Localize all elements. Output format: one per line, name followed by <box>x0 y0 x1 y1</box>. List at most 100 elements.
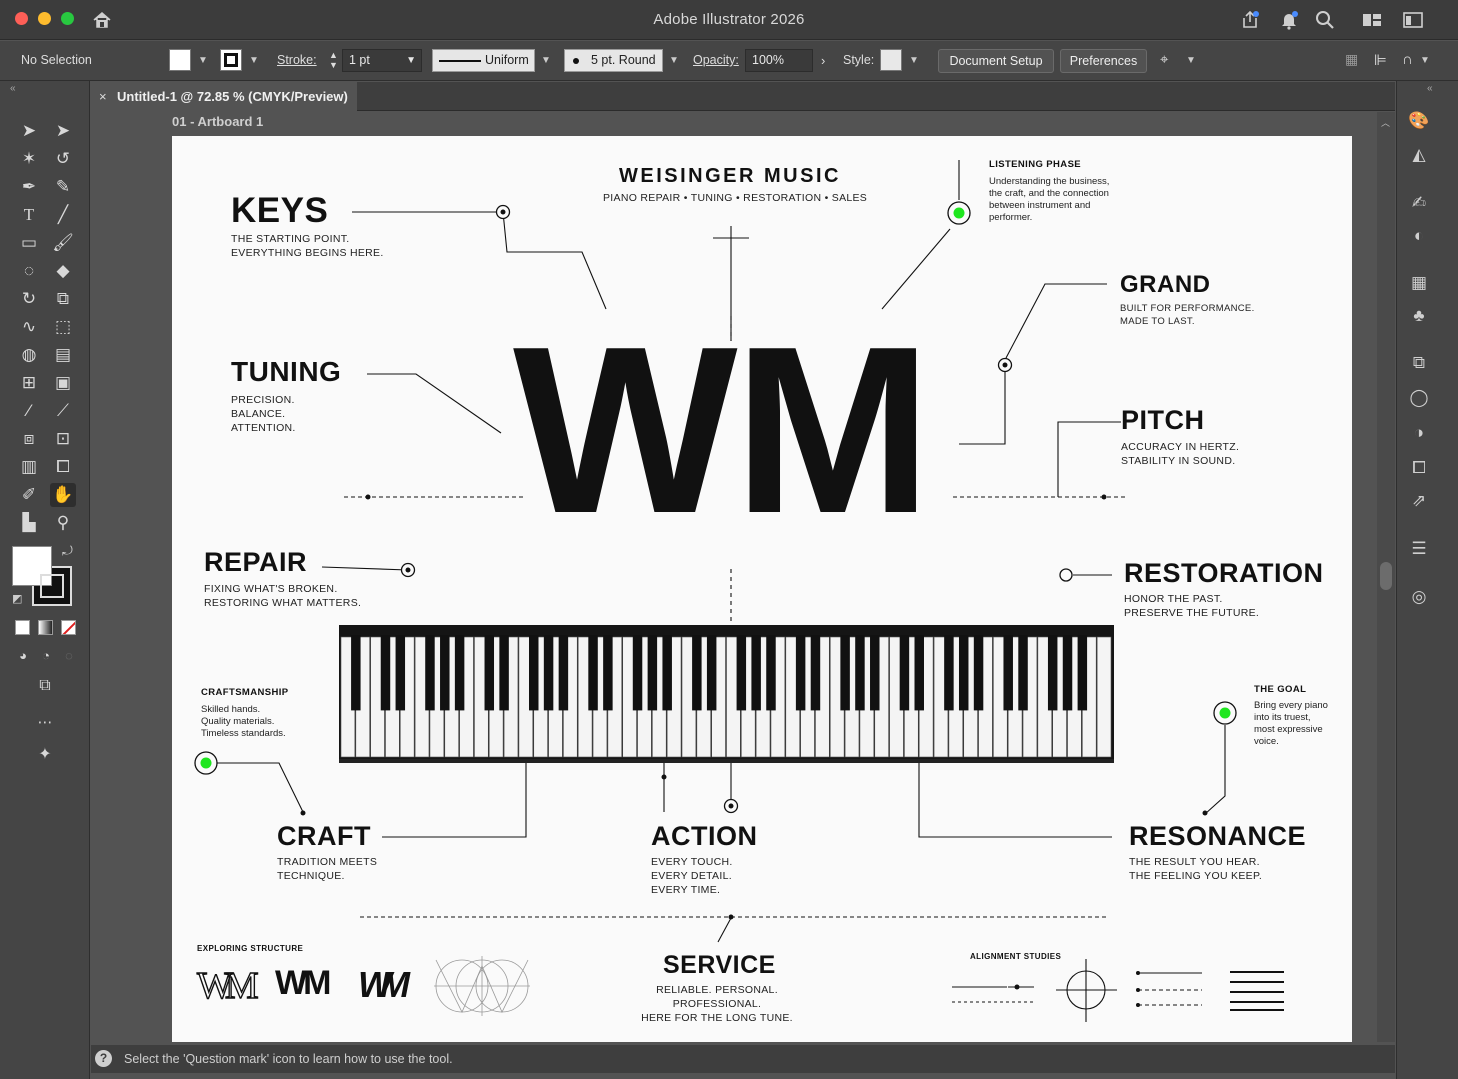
black-key <box>351 635 361 711</box>
opacity-label[interactable]: Opacity: <box>693 53 739 67</box>
slice-tool-icon[interactable]: ✐ <box>16 483 42 507</box>
collapse-dock-icon[interactable]: « <box>1427 83 1433 94</box>
eraser-tool-icon[interactable]: ◆ <box>50 259 76 283</box>
workspace-icon[interactable] <box>1361 9 1383 31</box>
chevron-down-icon[interactable]: ▼ <box>669 55 679 66</box>
chevron-down-icon[interactable]: ▼ <box>1420 55 1430 66</box>
column-graph-tool-icon[interactable]: ▥ <box>16 455 42 479</box>
vertical-scrollbar[interactable]: ︿ ﹀ <box>1377 112 1395 1067</box>
eyedropper-tool-icon[interactable]: ⁄ <box>16 399 42 423</box>
screen-mode-icon[interactable]: ⧉ <box>32 674 58 698</box>
curvature-tool-icon[interactable]: ✎ <box>50 175 76 199</box>
stroke-stepper-icon[interactable]: ▲ ▼ <box>329 50 338 70</box>
swatches-panel-icon[interactable]: ▦ <box>1407 271 1431 295</box>
direct-selection-tool-icon[interactable]: ➤ <box>50 119 76 143</box>
export-panel-icon[interactable]: ⇗ <box>1407 489 1431 513</box>
print-tiling-tool-icon[interactable]: ▙ <box>16 511 42 535</box>
paintbrush-tool-icon[interactable]: 🖌 <box>50 231 76 255</box>
connector-line <box>1057 421 1121 497</box>
share-icon[interactable] <box>1239 9 1261 31</box>
color-guide-icon[interactable]: ◭ <box>1407 143 1431 167</box>
shaper-tool-icon[interactable]: ◌ <box>16 259 42 283</box>
swap-fill-stroke-icon[interactable]: ⤾ <box>62 543 73 559</box>
graphic-style-swatch[interactable] <box>880 49 902 71</box>
brush-definition-select[interactable]: 5 pt. Round <box>564 49 663 72</box>
scale-tool-icon[interactable]: ⧉ <box>50 287 76 311</box>
symbols-panel-icon[interactable]: ♣ <box>1407 304 1431 328</box>
artboard[interactable]: WEISINGER MUSIC PIANO REPAIR • TUNING • … <box>172 136 1352 1042</box>
artboards-panel-icon[interactable]: ⧠ <box>1407 456 1431 480</box>
layers-panel-icon[interactable]: ⧉ <box>1407 351 1431 375</box>
appearance-panel-icon[interactable]: ◐ <box>1407 224 1431 248</box>
mesh-tool-icon[interactable]: ⊞ <box>16 371 42 395</box>
warp-tool-icon[interactable]: ∿ <box>16 315 42 339</box>
chevron-down-icon[interactable]: ▼ <box>541 55 551 66</box>
scroll-up-icon[interactable]: ︿ <box>1381 116 1390 129</box>
close-tab-icon[interactable]: × <box>99 82 107 111</box>
none-mode-icon[interactable] <box>61 620 76 635</box>
brushes-panel-icon[interactable]: ✍ <box>1407 191 1431 215</box>
magic-wand-tool-icon[interactable]: ✶ <box>16 147 42 171</box>
align-icon[interactable]: ▦ <box>1345 51 1358 68</box>
document-tab[interactable]: × Untitled-1 @ 72.85 % (CMYK/Preview) <box>91 82 357 111</box>
rectangle-tool-icon[interactable]: ▭ <box>16 231 42 255</box>
artboard-tool-icon[interactable]: ⧠ <box>50 455 76 479</box>
stroke-weight-field[interactable]: 1 pt ▼ <box>342 49 422 72</box>
magnet-icon[interactable]: ∩ <box>1402 51 1413 68</box>
chevron-down-icon[interactable]: ▼ <box>909 55 919 66</box>
libraries-panel-icon[interactable]: ◎ <box>1407 585 1431 609</box>
chevron-down-icon[interactable]: ▼ <box>1186 55 1196 66</box>
artboard-label[interactable]: 01 - Artboard 1 <box>172 114 263 129</box>
chevron-down-icon[interactable]: ▼ <box>249 55 259 66</box>
document-setup-button[interactable]: Document Setup <box>938 49 1054 73</box>
collapse-panel-icon[interactable]: « <box>10 83 16 94</box>
stroke-panel-icon[interactable]: ◯ <box>1407 386 1431 410</box>
shape-builder-tool-icon[interactable]: ◍ <box>16 343 42 367</box>
service-text: RELIABLE. PERSONAL. PROFESSIONAL. HERE F… <box>641 984 793 1024</box>
search-icon[interactable] <box>1314 9 1336 31</box>
document-tab-bar: × Untitled-1 @ 72.85 % (CMYK/Preview) <box>91 82 1395 111</box>
notifications-icon[interactable] <box>1278 9 1300 31</box>
selection-tool-icon[interactable]: ➤ <box>16 119 42 143</box>
chevron-down-icon[interactable]: ▼ <box>406 50 416 71</box>
blend-tool-icon[interactable]: ⧈ <box>16 427 42 451</box>
properties-panel-icon[interactable]: ☰ <box>1407 537 1431 561</box>
preferences-button[interactable]: Preferences <box>1060 49 1147 73</box>
arrange-documents-icon[interactable] <box>1402 9 1424 31</box>
fill-swatch[interactable] <box>169 49 191 71</box>
stroke-swatch[interactable] <box>220 49 242 71</box>
color-panel-icon[interactable]: 🎨 <box>1407 109 1431 133</box>
color-mode-icon[interactable] <box>15 620 30 635</box>
zoom-tool-icon[interactable]: ⚲ <box>50 511 76 535</box>
gradient-tool-icon[interactable]: ▣ <box>50 371 76 395</box>
edit-toolbar-icon[interactable]: ⋯ <box>32 711 58 735</box>
transparency-panel-icon[interactable]: ◑ <box>1407 421 1431 445</box>
free-transform-tool-icon[interactable]: ⬚ <box>50 315 76 339</box>
selection-status: No Selection <box>21 53 92 67</box>
draw-inside-icon[interactable]: ◌ <box>56 644 82 668</box>
connector-line <box>959 371 1006 445</box>
opacity-field[interactable]: 100% <box>745 49 813 72</box>
chevron-down-icon[interactable]: ▼ <box>198 55 208 66</box>
stroke-label[interactable]: Stroke: <box>277 53 317 67</box>
scrollbar-thumb[interactable] <box>1380 562 1392 590</box>
question-mark-icon[interactable]: ? <box>95 1050 112 1067</box>
black-key <box>1047 635 1058 711</box>
perspective-grid-tool-icon[interactable]: ▤ <box>50 343 76 367</box>
symbol-sprayer-tool-icon[interactable]: ⊡ <box>50 427 76 451</box>
transform-icon[interactable]: ⌖ <box>1160 51 1168 68</box>
type-tool-icon[interactable]: T <box>16 203 42 227</box>
line-segment-tool-icon[interactable]: ╱ <box>50 203 76 227</box>
status-bar: ? Select the 'Question mark' icon to lea… <box>91 1045 1395 1073</box>
distribute-icon[interactable]: ⊫ <box>1374 51 1387 69</box>
gradient-mode-icon[interactable] <box>38 620 53 635</box>
chevron-right-icon[interactable]: › <box>821 53 825 68</box>
pen-tool-icon[interactable]: ✒ <box>16 175 42 199</box>
hand-tool-icon[interactable]: ✋ <box>50 483 76 507</box>
measure-tool-icon[interactable]: ⟋ <box>50 399 76 423</box>
lasso-tool-icon[interactable]: ↺ <box>50 147 76 171</box>
rotate-tool-icon[interactable]: ↻ <box>16 287 42 311</box>
default-fill-stroke-icon[interactable]: ◩ <box>12 592 22 605</box>
generative-tool-icon[interactable]: ✦ <box>32 743 58 767</box>
variable-width-profile-select[interactable]: Uniform <box>432 49 535 72</box>
